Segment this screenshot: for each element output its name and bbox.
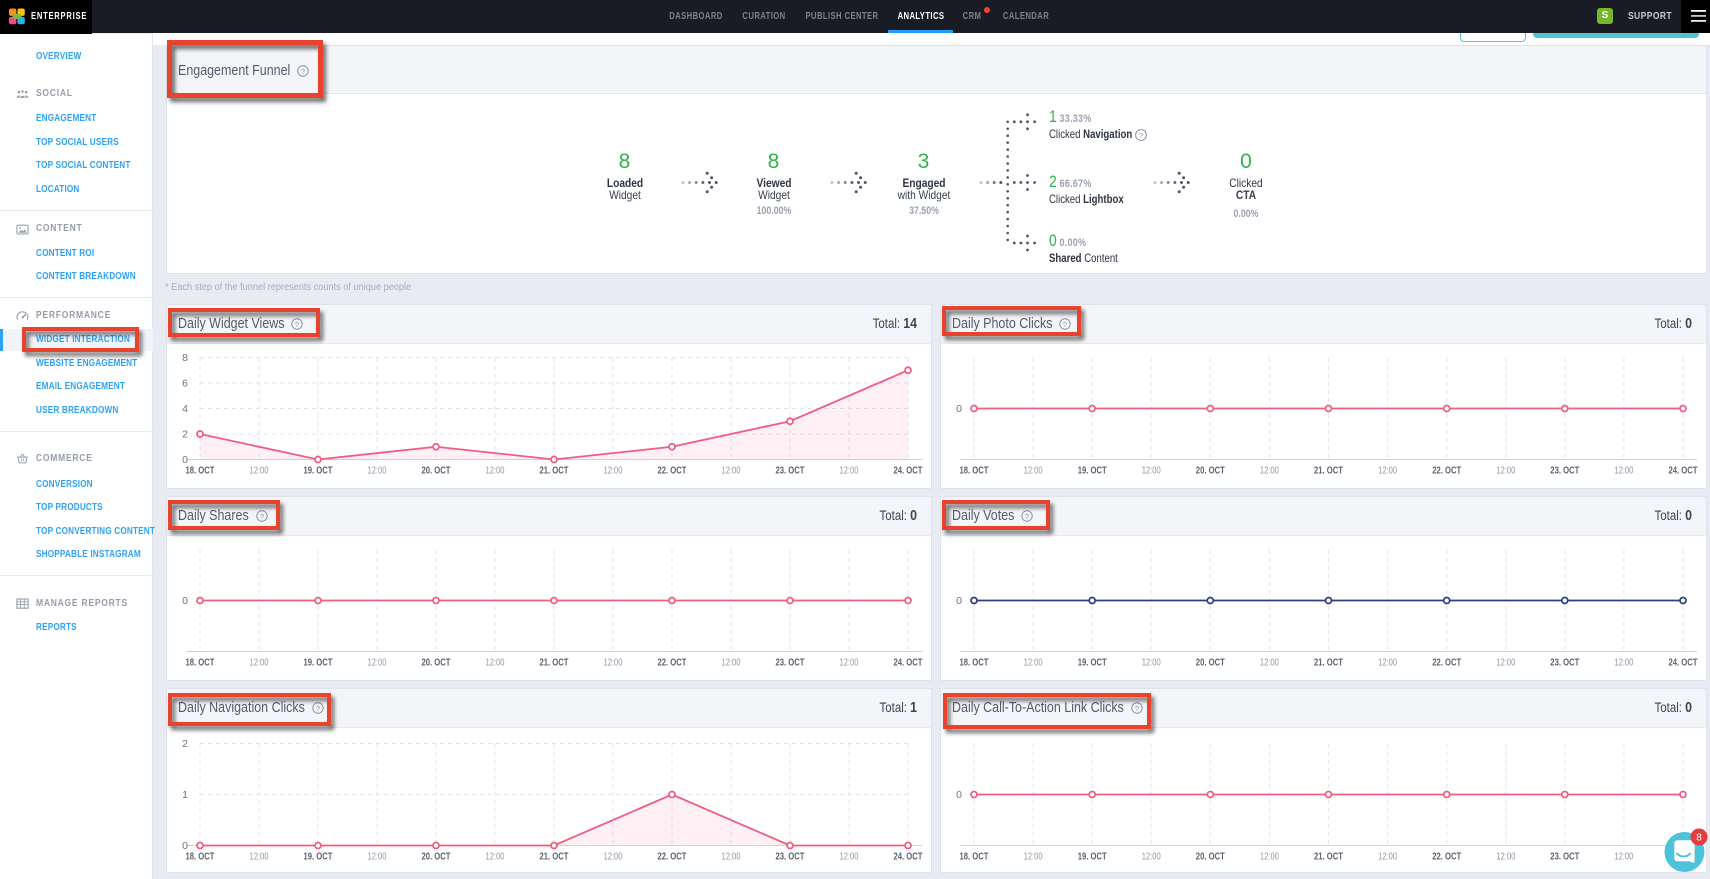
svg-text:12:00: 12:00 — [486, 852, 505, 863]
svg-text:21. OCT: 21. OCT — [1314, 851, 1343, 863]
svg-text:24. OCT: 24. OCT — [894, 465, 923, 477]
svg-text:22. OCT: 22. OCT — [1432, 851, 1461, 863]
svg-text:12:00: 12:00 — [1024, 658, 1043, 669]
svg-text:0: 0 — [182, 595, 188, 607]
svg-text:19. OCT: 19. OCT — [1078, 657, 1107, 669]
svg-text:12:00: 12:00 — [250, 658, 269, 669]
svg-text:12:00: 12:00 — [604, 466, 623, 477]
svg-text:19. OCT: 19. OCT — [1078, 465, 1107, 477]
svg-text:12:00: 12:00 — [840, 852, 859, 863]
svg-text:12:00: 12:00 — [250, 852, 269, 863]
svg-text:12:00: 12:00 — [1142, 466, 1161, 477]
svg-text:8: 8 — [182, 352, 188, 364]
svg-text:12:00: 12:00 — [368, 658, 387, 669]
svg-text:21. OCT: 21. OCT — [1314, 657, 1343, 669]
svg-text:20. OCT: 20. OCT — [1196, 657, 1225, 669]
svg-text:20. OCT: 20. OCT — [422, 851, 451, 863]
svg-text:22. OCT: 22. OCT — [658, 851, 687, 863]
svg-text:1: 1 — [182, 789, 188, 801]
svg-text:2: 2 — [182, 429, 188, 441]
svg-text:21. OCT: 21. OCT — [540, 465, 569, 477]
svg-text:22. OCT: 22. OCT — [1432, 465, 1461, 477]
svg-text:12:00: 12:00 — [1496, 466, 1515, 477]
svg-text:23. OCT: 23. OCT — [1550, 465, 1579, 477]
svg-text:12:00: 12:00 — [368, 466, 387, 477]
svg-text:24. OCT: 24. OCT — [894, 851, 923, 863]
svg-text:12:00: 12:00 — [1496, 852, 1515, 863]
svg-text:12:00: 12:00 — [604, 852, 623, 863]
svg-text:18. OCT: 18. OCT — [186, 465, 215, 477]
svg-text:23. OCT: 23. OCT — [1550, 851, 1579, 863]
svg-text:12:00: 12:00 — [722, 852, 741, 863]
svg-text:23. OCT: 23. OCT — [776, 851, 805, 863]
svg-text:12:00: 12:00 — [1142, 852, 1161, 863]
svg-text:12:00: 12:00 — [840, 658, 859, 669]
svg-text:24. OCT: 24. OCT — [1669, 465, 1698, 477]
svg-text:0: 0 — [956, 789, 962, 801]
svg-text:23. OCT: 23. OCT — [776, 657, 805, 669]
svg-text:21. OCT: 21. OCT — [540, 851, 569, 863]
svg-text:12:00: 12:00 — [1614, 852, 1633, 863]
svg-text:22. OCT: 22. OCT — [658, 465, 687, 477]
svg-text:23. OCT: 23. OCT — [776, 465, 805, 477]
svg-text:22. OCT: 22. OCT — [658, 657, 687, 669]
svg-text:12:00: 12:00 — [1142, 658, 1161, 669]
svg-text:21. OCT: 21. OCT — [540, 657, 569, 669]
svg-text:4: 4 — [182, 403, 188, 415]
svg-text:20. OCT: 20. OCT — [1196, 465, 1225, 477]
svg-text:19. OCT: 19. OCT — [1078, 851, 1107, 863]
svg-text:12:00: 12:00 — [1024, 466, 1043, 477]
svg-text:20. OCT: 20. OCT — [1196, 851, 1225, 863]
svg-text:24. OCT: 24. OCT — [894, 657, 923, 669]
svg-text:19. OCT: 19. OCT — [304, 465, 333, 477]
svg-text:12:00: 12:00 — [486, 466, 505, 477]
svg-text:0: 0 — [956, 403, 962, 415]
svg-text:12:00: 12:00 — [722, 658, 741, 669]
svg-text:21. OCT: 21. OCT — [1314, 465, 1343, 477]
svg-text:20. OCT: 20. OCT — [422, 657, 451, 669]
svg-text:12:00: 12:00 — [1496, 658, 1515, 669]
svg-text:20. OCT: 20. OCT — [422, 465, 451, 477]
svg-text:12:00: 12:00 — [604, 658, 623, 669]
svg-text:2: 2 — [182, 738, 188, 750]
svg-text:?: ? — [1139, 131, 1143, 140]
svg-text:8: 8 — [1696, 833, 1702, 844]
svg-text:12:00: 12:00 — [1614, 466, 1633, 477]
svg-text:0: 0 — [956, 595, 962, 607]
svg-text:6: 6 — [182, 378, 188, 390]
svg-text:18. OCT: 18. OCT — [186, 851, 215, 863]
svg-text:18. OCT: 18. OCT — [960, 657, 989, 669]
svg-text:12:00: 12:00 — [486, 658, 505, 669]
svg-text:22. OCT: 22. OCT — [1432, 657, 1461, 669]
svg-text:12:00: 12:00 — [1378, 658, 1397, 669]
svg-text:12:00: 12:00 — [1024, 852, 1043, 863]
svg-text:12:00: 12:00 — [1260, 466, 1279, 477]
svg-text:12:00: 12:00 — [368, 852, 387, 863]
svg-text:19. OCT: 19. OCT — [304, 657, 333, 669]
svg-text:24. OCT: 24. OCT — [1669, 657, 1698, 669]
svg-text:18. OCT: 18. OCT — [960, 851, 989, 863]
svg-text:12:00: 12:00 — [250, 466, 269, 477]
svg-text:12:00: 12:00 — [1260, 658, 1279, 669]
svg-text:23. OCT: 23. OCT — [1550, 657, 1579, 669]
svg-text:12:00: 12:00 — [1378, 852, 1397, 863]
svg-text:18. OCT: 18. OCT — [960, 465, 989, 477]
svg-text:12:00: 12:00 — [840, 466, 859, 477]
svg-text:12:00: 12:00 — [1260, 852, 1279, 863]
svg-text:12:00: 12:00 — [722, 466, 741, 477]
svg-text:19. OCT: 19. OCT — [304, 851, 333, 863]
svg-text:12:00: 12:00 — [1378, 466, 1397, 477]
svg-text:18. OCT: 18. OCT — [186, 657, 215, 669]
svg-text:12:00: 12:00 — [1614, 658, 1633, 669]
